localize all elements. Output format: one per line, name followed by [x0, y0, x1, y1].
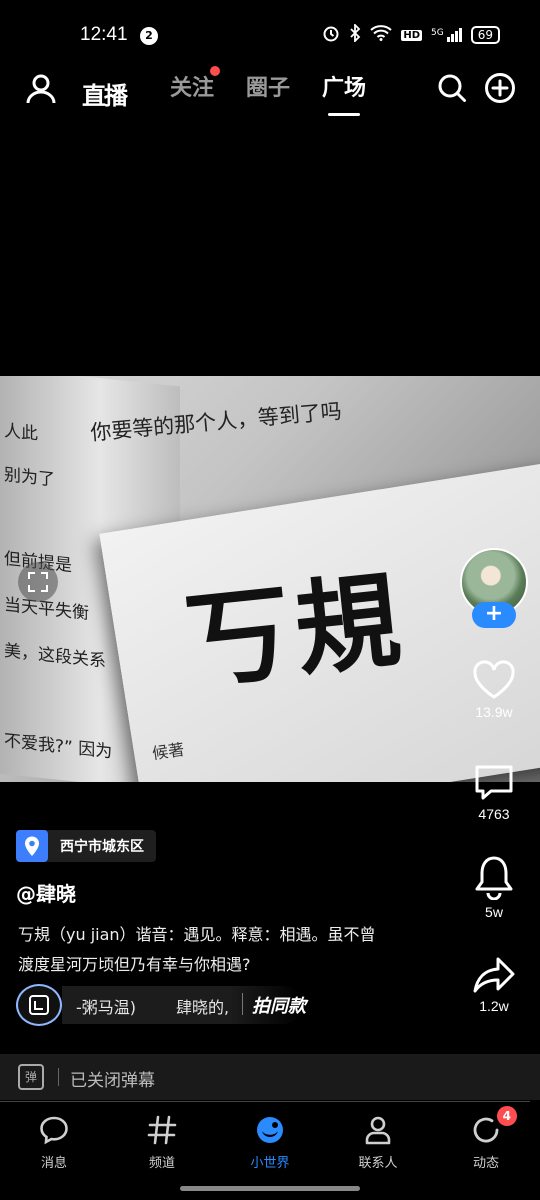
calligraphy-text: 丂規: [180, 557, 412, 704]
status-bar: 12:41 2 HD 5G 69: [0, 0, 540, 70]
music-author: 肆晓的,: [176, 998, 230, 1017]
author-name[interactable]: @肆晓: [16, 878, 76, 907]
danmaku-status-text: 已关闭弹幕: [70, 1071, 155, 1091]
contacts-icon: [365, 1116, 391, 1145]
activity-badge: 4: [496, 1106, 517, 1126]
feed-tabs: 关注 圈子 广场: [170, 66, 367, 116]
share-button[interactable]: 1.2w: [456, 956, 532, 1014]
nav-activity-label: 动态: [472, 1156, 499, 1171]
book-line: 人此: [4, 421, 38, 445]
nav-small-world-label: 小世界: [250, 1156, 290, 1171]
card-author-text: 候著: [151, 739, 186, 764]
tab-following-dot: [210, 66, 221, 76]
search-icon[interactable]: [436, 72, 470, 106]
nav-contacts-label: 联系人: [358, 1156, 398, 1171]
notification-count-badge: 2: [140, 27, 158, 45]
favorite-button[interactable]: 5w: [456, 854, 532, 920]
profile-icon[interactable]: [24, 72, 58, 106]
status-time: 12:41: [80, 24, 128, 45]
message-bubble-icon: [40, 1116, 68, 1145]
bell-favorite-icon: [475, 856, 513, 900]
tab-square-label: 广场: [322, 76, 367, 101]
video-description: 丂規（yu jian）谐音：遇见。释意：相遇。虽不曾渡度星河万顷但乃有幸与你相遇…: [18, 925, 376, 974]
location-text: 西宁市城东区: [60, 839, 144, 855]
small-world-icon: [257, 1117, 283, 1143]
follow-button[interactable]: +: [472, 602, 516, 628]
alarm-icon: [322, 24, 340, 46]
music-disc-icon[interactable]: [16, 984, 62, 1026]
bluetooth-icon: [349, 22, 361, 46]
like-button[interactable]: 13.9w: [456, 660, 532, 720]
music-divider: [242, 993, 243, 1015]
signal-icon: 5G: [431, 28, 462, 42]
like-count: 13.9w: [475, 704, 513, 720]
danmaku-toggle-icon[interactable]: 弹: [18, 1064, 44, 1090]
nav-activity[interactable]: 4 动态: [432, 1102, 540, 1200]
share-count: 1.2w: [479, 998, 509, 1014]
nav-messages[interactable]: 消息: [0, 1102, 108, 1200]
location-pin-icon: [16, 830, 48, 862]
music-title: -粥马温): [76, 998, 137, 1017]
heart-icon: [473, 660, 515, 699]
music-bar[interactable]: -粥马温) 肆晓的, 拍同款: [16, 984, 356, 1026]
book-line: 美，这段关系: [4, 641, 106, 672]
home-indicator[interactable]: [180, 1186, 360, 1191]
fullscreen-icon[interactable]: [18, 562, 58, 602]
book-line: 不爱我?” 因为: [4, 731, 113, 763]
location-tag[interactable]: 西宁市城东区: [16, 830, 156, 862]
tab-following[interactable]: 关注: [170, 66, 221, 102]
wifi-icon: [370, 25, 393, 45]
live-button[interactable]: 直播: [82, 76, 128, 111]
share-arrow-icon: [473, 957, 515, 993]
video-player[interactable]: 人此 别为了 但前提是 当天平失衡 美，这段关系 不爱我?” 因为 你要等的那个…: [0, 376, 540, 782]
tab-square[interactable]: 广场: [322, 70, 367, 116]
favorite-count: 5w: [485, 904, 503, 920]
top-navigation: 直播 关注 圈子 广场: [0, 62, 540, 116]
status-icons: HD 5G 69: [322, 22, 500, 46]
danmaku-divider: [58, 1068, 59, 1086]
network-type-label: 5G: [431, 28, 444, 38]
book-line: 别为了: [4, 465, 55, 491]
battery-indicator: 69: [470, 26, 500, 44]
hashtag-icon: [147, 1115, 177, 1145]
danmaku-bar[interactable]: 弹 已关闭弹幕: [0, 1054, 540, 1102]
create-plus-icon[interactable]: [484, 72, 518, 106]
comment-button[interactable]: 4763: [456, 762, 532, 822]
nav-messages-label: 消息: [40, 1156, 67, 1171]
tab-circle[interactable]: 圈子: [246, 70, 290, 102]
tab-following-label: 关注: [170, 76, 215, 101]
same-style-button[interactable]: 拍同款: [252, 992, 306, 1018]
comment-icon: [475, 765, 513, 800]
tab-circle-label: 圈子: [246, 76, 291, 101]
nav-channels-label: 频道: [148, 1156, 175, 1171]
hd-badge: HD: [401, 29, 423, 41]
comment-count: 4763: [478, 806, 510, 822]
